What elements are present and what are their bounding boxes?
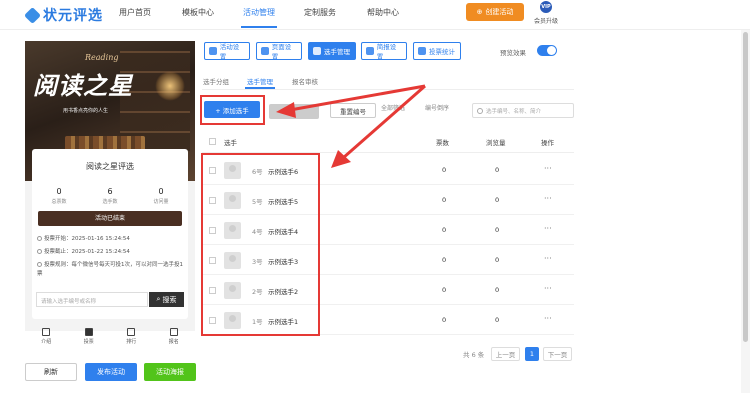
tab-page-settings[interactable]: 页面设置 <box>256 42 302 61</box>
clock-icon <box>37 236 42 241</box>
page-scrollbar-thumb[interactable] <box>743 32 748 342</box>
banner-script-text: Reading <box>85 53 119 62</box>
header-votes: 票数 <box>436 139 449 147</box>
settings-icon <box>209 47 217 55</box>
tab-vote-stats[interactable]: 投票统计 <box>413 42 461 60</box>
vote-rule-info: 投票规则：每个微信号每天可投1次，可以对同一选手投1票 <box>37 262 184 277</box>
nav-help[interactable]: 帮助中心 <box>367 7 399 18</box>
tab-report-settings[interactable]: 简报设置 <box>361 42 407 61</box>
page-1-button[interactable]: 1 <box>525 347 539 361</box>
filter-all-dropdown[interactable]: 全部筛选 <box>381 103 405 112</box>
subtab-active-indicator <box>245 87 275 89</box>
vote-start-info: 投票开始：2025-01-16 15:24:54 <box>37 235 185 244</box>
mobile-preview: Reading 阅读之星 用书香点亮你的人生 阅读之星评选 0 总票数 6 选手… <box>25 41 195 331</box>
tab-vote[interactable]: 投票 <box>84 325 94 350</box>
clock-icon <box>37 249 42 254</box>
search-icon: ⌕ <box>156 295 161 303</box>
vip-label[interactable]: 会员升级 <box>534 16 558 25</box>
plus-circle-icon: ⊕ <box>476 8 483 16</box>
more-options-icon[interactable]: ··· <box>544 284 552 293</box>
vip-icon: VIP <box>540 1 552 13</box>
logo-text: 状元评选 <box>43 8 103 24</box>
search-icon <box>477 107 483 114</box>
tab-ranking[interactable]: 排行 <box>126 325 136 350</box>
highlight-box-add-player <box>200 95 265 125</box>
intro-icon <box>42 328 51 336</box>
chart-icon <box>418 47 426 55</box>
signup-icon <box>169 328 178 336</box>
poster-button[interactable]: 活动海报 <box>144 363 196 381</box>
tab-signup[interactable]: 报名 <box>169 325 179 350</box>
banner-subtitle: 用书香点亮你的人生 <box>63 108 109 114</box>
header-player: 选手 <box>224 139 237 147</box>
more-options-icon[interactable]: ··· <box>544 254 552 263</box>
header-ops: 操作 <box>541 139 554 147</box>
subtab-divider <box>202 89 574 90</box>
info-icon <box>37 262 42 267</box>
card-title: 阅读之星评选 <box>86 162 134 171</box>
users-icon <box>313 47 321 55</box>
nav-templates[interactable]: 模板中心 <box>182 7 214 18</box>
sort-order-dropdown[interactable]: 编号倒序 <box>425 103 449 112</box>
reset-number-button[interactable]: 重置编号 <box>330 103 376 118</box>
player-search-input[interactable]: 请输入选手编号或名称 <box>36 292 148 307</box>
nav-custom-service[interactable]: 定制服务 <box>304 7 336 18</box>
select-all-checkbox[interactable] <box>209 138 216 145</box>
logo-icon <box>24 6 41 24</box>
stat-player-count: 6 选手数 <box>102 187 118 205</box>
highlight-box-player-list <box>201 153 320 336</box>
preview-effect-label: 预览效果 <box>500 49 526 57</box>
tab-intro[interactable]: 介绍 <box>41 325 51 350</box>
stat-visits: 0 访问量 <box>153 187 169 205</box>
more-options-icon[interactable]: ··· <box>544 194 552 203</box>
refresh-button[interactable]: 刷新 <box>25 363 77 381</box>
activity-card: 阅读之星评选 0 总票数 6 选手数 0 访问量 活动已结束 投票开始：2025… <box>32 149 188 319</box>
disabled-button <box>269 104 319 119</box>
user-icon <box>84 328 93 336</box>
tab-activity-settings[interactable]: 活动设置 <box>204 42 250 61</box>
preview-effect-toggle[interactable] <box>537 45 557 56</box>
top-bar: 状元评选 用户首页 模板中心 活动管理 定制服务 帮助中心 ⊕ 创建活动 VIP… <box>0 0 750 30</box>
preview-tab-bar: 介绍 投票 排行 报名 <box>25 325 195 350</box>
report-icon <box>366 47 374 55</box>
more-options-icon[interactable]: ··· <box>544 164 552 173</box>
logo[interactable]: 状元评选 <box>24 4 103 26</box>
status-banner: 活动已结束 <box>38 211 182 226</box>
subtab-player-groups[interactable]: 选手分组 <box>203 76 229 86</box>
banner-title: 阅读之星 <box>33 71 133 100</box>
pagination-total: 共 6 条 <box>463 351 485 359</box>
vote-end-info: 投票截止：2025-01-22 15:24:54 <box>37 248 185 257</box>
more-options-icon[interactable]: ··· <box>544 224 552 233</box>
nav-activity-manage[interactable]: 活动管理 <box>243 7 275 18</box>
tab-player-manage[interactable]: 选手管理 <box>308 42 356 60</box>
more-options-icon[interactable]: ··· <box>544 314 552 323</box>
nav-home[interactable]: 用户首页 <box>119 7 151 18</box>
next-page-button[interactable]: 下一页 <box>543 347 572 361</box>
create-activity-button[interactable]: ⊕ 创建活动 <box>466 3 524 21</box>
lamp-glow-graphic <box>155 71 185 101</box>
player-list-search-input[interactable]: 选手编号、名称、简介 <box>472 103 574 118</box>
ranking-icon <box>127 328 136 336</box>
vip-upgrade[interactable]: VIP <box>536 1 556 14</box>
prev-page-button[interactable]: 上一页 <box>491 347 520 361</box>
nav-active-indicator <box>241 26 277 28</box>
stat-total-votes: 0 总票数 <box>51 187 67 205</box>
search-button[interactable]: ⌕ 搜索 <box>149 292 184 307</box>
subtab-signup-review[interactable]: 报名审核 <box>292 76 318 86</box>
page-icon <box>261 47 269 55</box>
publish-button[interactable]: 发布活动 <box>85 363 137 381</box>
subtab-player-manage[interactable]: 选手管理 <box>247 76 273 86</box>
header-views: 浏览量 <box>486 139 506 147</box>
